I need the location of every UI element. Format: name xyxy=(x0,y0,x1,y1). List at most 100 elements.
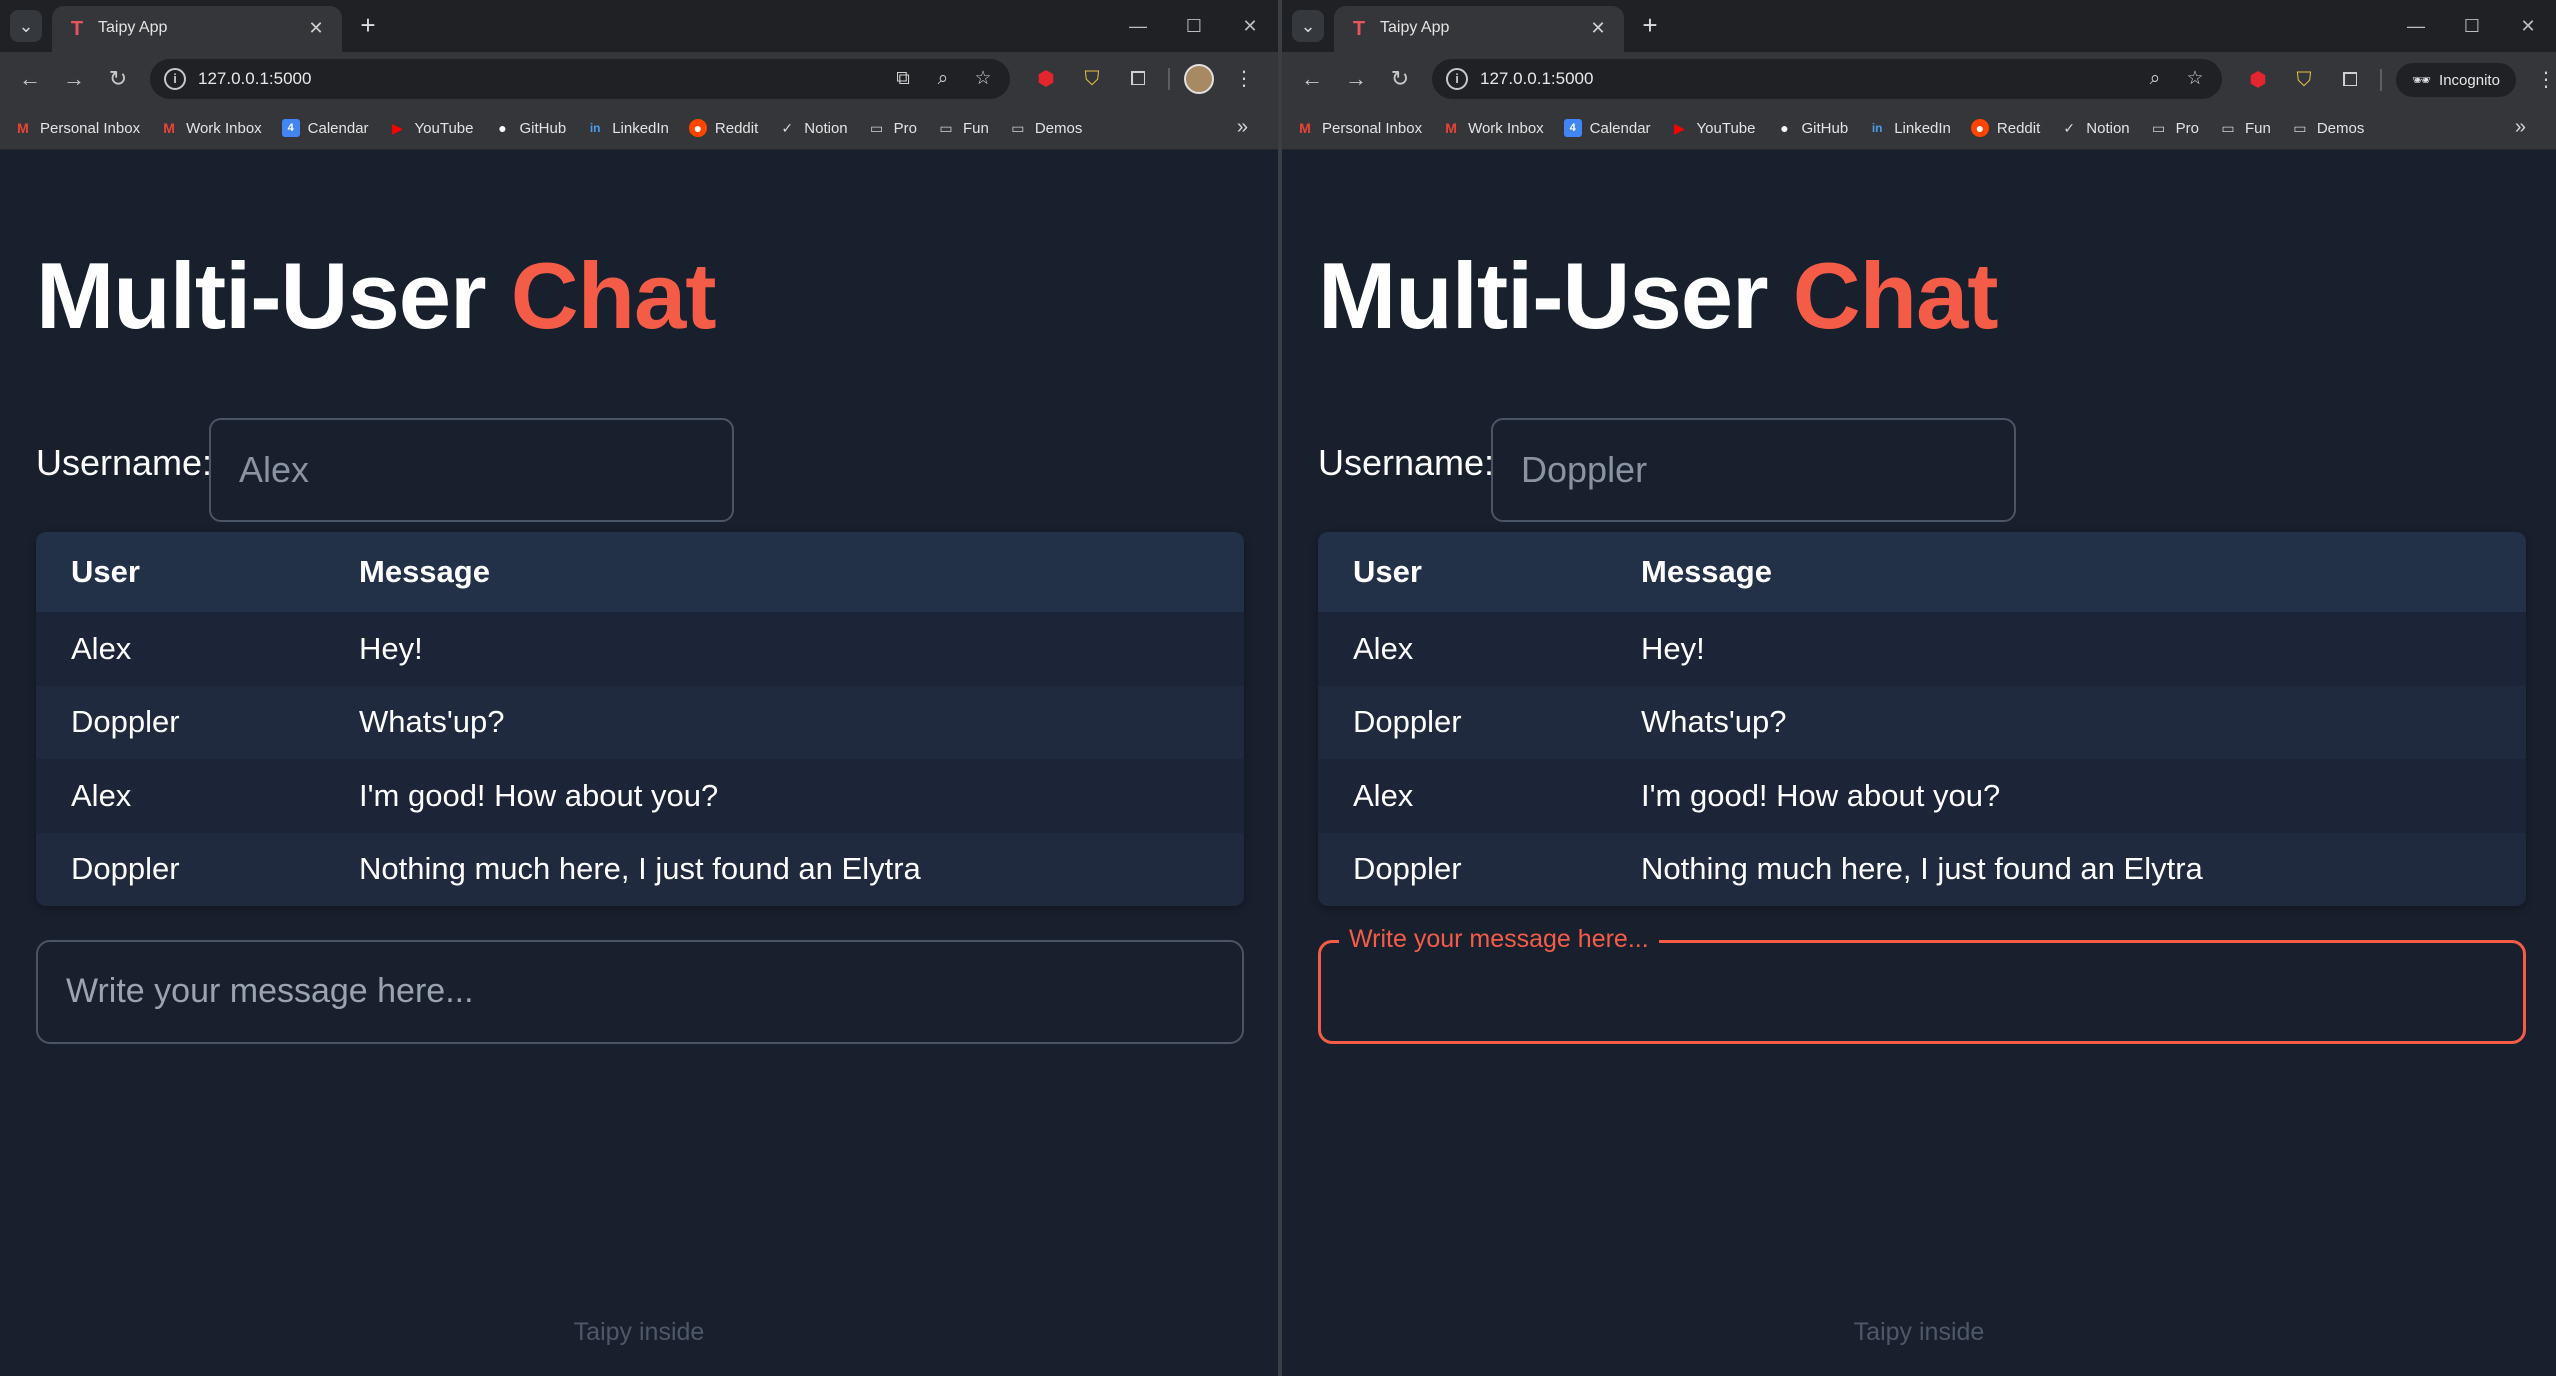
bookmark-star-icon[interactable]: ☆ xyxy=(2180,65,2210,93)
cell-user: Doppler xyxy=(71,851,180,887)
bookmark-personal-inbox[interactable]: M Personal Inbox xyxy=(14,119,140,137)
tab-close-icon[interactable]: ✕ xyxy=(1586,16,1610,40)
bookmark-folder-fun[interactable]: ▭ Fun xyxy=(937,119,988,137)
minimize-button[interactable]: — xyxy=(2388,0,2444,52)
bookmark-notion[interactable]: ✓ Notion xyxy=(2060,119,2129,137)
bookmark-youtube[interactable]: ▶ YouTube xyxy=(389,119,473,137)
bookmark-notion[interactable]: ✓ Notion xyxy=(778,119,847,137)
youtube-icon: ▶ xyxy=(392,120,403,136)
bookmarks-overflow-icon[interactable]: » xyxy=(1237,116,1248,139)
close-window-button[interactable]: ✕ xyxy=(2500,0,2556,52)
bookmark-personal-inbox[interactable]: M Personal Inbox xyxy=(1296,119,1422,137)
bookmark-linkedin[interactable]: in LinkedIn xyxy=(586,119,669,137)
bookmarks-overflow-icon[interactable]: » xyxy=(2515,116,2526,139)
bookmark-work-inbox[interactable]: M Work Inbox xyxy=(1442,119,1543,137)
table-row: Alex Hey! xyxy=(36,612,1244,686)
cell-message: Hey! xyxy=(1641,630,1705,666)
gmail-icon: M xyxy=(17,120,29,136)
extension-shield-icon[interactable]: ⛉ xyxy=(2288,64,2320,96)
forward-button[interactable]: → xyxy=(58,63,90,95)
menu-kebab-icon[interactable]: ⋮ xyxy=(2530,64,2556,96)
browser-window-left: ⌄ T Taipy App ✕ + — ☐ ✕ ← → ↻ i 127.0.0.… xyxy=(0,0,1278,1376)
tab-search-button[interactable]: ⌄ xyxy=(1292,10,1324,42)
column-header-message[interactable]: Message xyxy=(1641,532,1772,612)
back-button[interactable]: ← xyxy=(1296,63,1328,95)
cast-icon[interactable]: ⧉ xyxy=(888,65,918,93)
bookmarks-bar: M Personal Inbox M Work Inbox 4 Calendar ▶ Y… xyxy=(0,106,1278,150)
cell-message: Nothing much here, I just found an Elytr… xyxy=(359,851,921,887)
browser-window-right: ⌄ T Taipy App ✕ + — ☐ ✕ ← → ↻ i 127.0.0.… xyxy=(1282,0,2556,1376)
extension-red-icon[interactable]: ⬢ xyxy=(2242,64,2274,96)
incognito-badge[interactable]: 🕶 Incognito xyxy=(2396,63,2516,97)
new-tab-button[interactable]: + xyxy=(352,10,384,42)
bookmark-folder-demos[interactable]: ▭ Demos xyxy=(2291,119,2364,137)
window-controls: — ☐ ✕ xyxy=(2388,0,2556,52)
zoom-icon[interactable]: ⌕ xyxy=(928,65,958,93)
bookmark-linkedin[interactable]: in LinkedIn xyxy=(1868,119,1951,137)
extensions-puzzle-icon[interactable]: ⧠ xyxy=(2334,64,2366,96)
back-button[interactable]: ← xyxy=(14,63,46,95)
bookmark-youtube[interactable]: ▶ YouTube xyxy=(1671,119,1755,137)
bookmark-star-icon[interactable]: ☆ xyxy=(968,65,998,93)
bookmark-reddit[interactable]: ● Reddit xyxy=(1970,119,2040,137)
reload-button[interactable]: ↻ xyxy=(1384,63,1416,95)
address-bar[interactable]: i 127.0.0.1:5000 ⌕ ☆ xyxy=(1432,59,2222,99)
column-header-user[interactable]: User xyxy=(71,532,140,612)
table-row: Doppler Nothing much here, I just found … xyxy=(1318,832,2526,906)
table-row: Alex I'm good! How about you? xyxy=(36,759,1244,833)
extension-red-icon[interactable]: ⬢ xyxy=(1030,63,1062,95)
gmail-icon: M xyxy=(1445,120,1457,136)
forward-button[interactable]: → xyxy=(1340,63,1372,95)
address-bar[interactable]: i 127.0.0.1:5000 ⧉ ⌕ ☆ xyxy=(150,59,1010,99)
maximize-button[interactable]: ☐ xyxy=(1166,0,1222,52)
bookmark-folder-pro[interactable]: ▭ Pro xyxy=(2150,119,2199,137)
cell-message: Hey! xyxy=(359,630,423,666)
message-input[interactable]: Write your message here... xyxy=(36,940,1244,1044)
browser-tab[interactable]: T Taipy App ✕ xyxy=(52,6,342,52)
column-header-message[interactable]: Message xyxy=(359,532,490,612)
extension-shield-icon[interactable]: ⛉ xyxy=(1076,63,1108,95)
github-icon: ● xyxy=(498,120,507,136)
site-info-icon[interactable]: i xyxy=(1446,68,1468,90)
bookmark-github[interactable]: ● GitHub xyxy=(494,119,566,137)
bookmark-reddit[interactable]: ● Reddit xyxy=(688,119,758,137)
bookmark-folder-demos[interactable]: ▭ Demos xyxy=(1009,119,1082,137)
menu-kebab-icon[interactable]: ⋮ xyxy=(1228,63,1260,95)
messages-table: User Message Alex Hey! Doppler Whats'up?… xyxy=(1318,532,2526,906)
close-window-button[interactable]: ✕ xyxy=(1222,0,1278,52)
profile-avatar[interactable] xyxy=(1184,64,1214,94)
tab-search-button[interactable]: ⌄ xyxy=(10,10,42,42)
bookmark-github[interactable]: ● GitHub xyxy=(1776,119,1848,137)
toolbar-separator xyxy=(1168,68,1170,90)
extensions-puzzle-icon[interactable]: ⧠ xyxy=(1122,63,1154,95)
bookmark-work-inbox[interactable]: M Work Inbox xyxy=(160,119,261,137)
page-title: Multi-User Chat xyxy=(1318,243,1999,348)
zoom-icon[interactable]: ⌕ xyxy=(2140,65,2170,93)
minimize-button[interactable]: — xyxy=(1110,0,1166,52)
message-input[interactable]: Write your message here... xyxy=(1318,925,2526,1044)
table-header-row: User Message xyxy=(1318,532,2526,612)
bookmark-calendar[interactable]: 4 Calendar xyxy=(1563,119,1651,137)
reddit-icon: ● xyxy=(688,119,707,137)
browser-tab[interactable]: T Taipy App ✕ xyxy=(1334,6,1624,52)
username-label: Username: xyxy=(36,442,213,483)
reload-button[interactable]: ↻ xyxy=(102,63,134,95)
bookmark-folder-pro[interactable]: ▭ Pro xyxy=(868,119,917,137)
username-input[interactable] xyxy=(1491,418,2016,522)
tab-strip: ⌄ T Taipy App ✕ + — ☐ ✕ xyxy=(0,0,1278,52)
check-icon: ✓ xyxy=(2063,120,2076,136)
maximize-button[interactable]: ☐ xyxy=(2444,0,2500,52)
new-tab-button[interactable]: + xyxy=(1634,10,1666,42)
column-header-user[interactable]: User xyxy=(1353,532,1422,612)
username-input[interactable] xyxy=(209,418,734,522)
bookmark-calendar[interactable]: 4 Calendar xyxy=(281,119,369,137)
bookmarks-bar: M Personal Inbox M Work Inbox 4 Calendar ▶ Y… xyxy=(1282,106,2556,150)
bookmark-folder-fun[interactable]: ▭ Fun xyxy=(2219,119,2270,137)
cell-message: I'm good! How about you? xyxy=(359,777,719,813)
site-info-icon[interactable]: i xyxy=(164,68,186,90)
calendar-icon: 4 xyxy=(281,119,300,137)
tab-title: Taipy App xyxy=(1380,19,1450,36)
tab-close-icon[interactable]: ✕ xyxy=(304,16,328,40)
message-placeholder: Write your message here... xyxy=(66,972,474,1010)
cell-message: Whats'up? xyxy=(359,704,505,740)
